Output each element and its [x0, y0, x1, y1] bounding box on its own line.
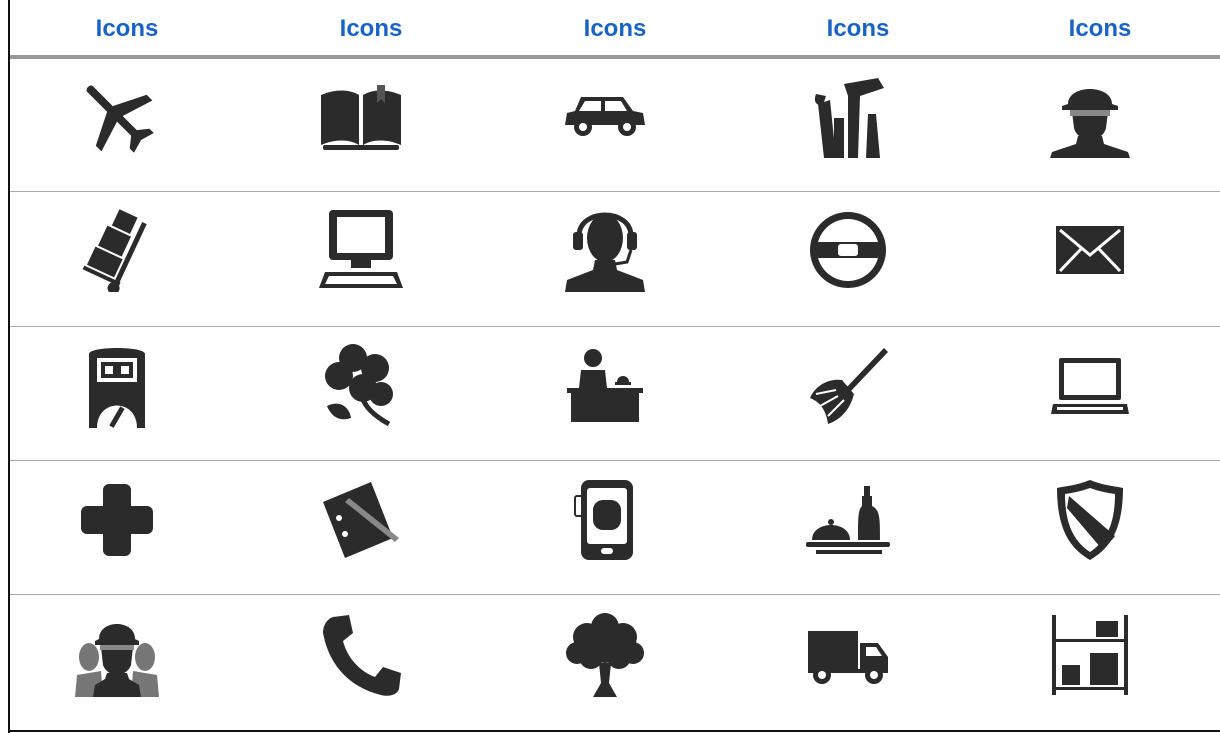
receptionist-icon [555, 336, 655, 436]
row-divider [10, 191, 1220, 192]
table-header: Icons Icons Icons Icons Icons [10, 0, 1220, 56]
tablet-icon [555, 470, 655, 570]
workers-group-icon [67, 605, 167, 705]
truck-icon [798, 605, 898, 705]
tree-icon [555, 605, 655, 705]
column-header: Icons [1068, 15, 1132, 42]
construction-worker-icon [1040, 66, 1140, 166]
laptop-icon [1040, 336, 1140, 436]
car-icon [555, 66, 655, 166]
envelope-icon [1040, 200, 1140, 300]
tools-icon [798, 66, 898, 166]
table-bottom-border [8, 730, 1220, 732]
open-book-icon [311, 66, 411, 166]
utility-meter-icon [67, 336, 167, 436]
hand-truck-icon [67, 200, 167, 300]
headset-operator-icon [555, 200, 655, 300]
icon-table: Icons Icons Icons Icons Icons [0, 0, 1220, 733]
feather-duster-icon [798, 336, 898, 436]
medical-cross-icon [67, 470, 167, 570]
column-header: Icons [95, 15, 159, 42]
room-service-icon [798, 470, 898, 570]
table-left-border [8, 0, 10, 733]
row-divider [10, 460, 1220, 461]
shield-icon [1040, 470, 1140, 570]
phone-handset-icon [311, 605, 411, 705]
column-header: Icons [339, 15, 403, 42]
row-divider [10, 594, 1220, 595]
airplane-icon [67, 66, 167, 166]
row-divider [10, 326, 1220, 327]
column-header: Icons [826, 15, 890, 42]
steering-wheel-icon [798, 200, 898, 300]
notepad-pen-icon [311, 470, 411, 570]
desktop-computer-icon [311, 200, 411, 300]
header-divider [10, 55, 1220, 59]
clover-icon [311, 336, 411, 436]
shelving-boxes-icon [1040, 605, 1140, 705]
column-header: Icons [583, 15, 647, 42]
